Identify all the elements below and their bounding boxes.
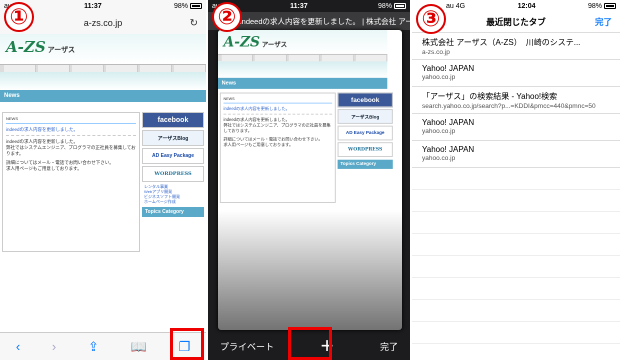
reload-icon[interactable]: ↻ [190, 18, 198, 29]
banner-strip [0, 72, 206, 90]
private-button[interactable]: プライベート [220, 340, 274, 353]
site-nav[interactable] [0, 64, 206, 72]
facebook-banner[interactable]: facebook [142, 112, 204, 128]
step-marker-3: ③ [416, 4, 446, 34]
back-icon[interactable]: ‹ [16, 339, 20, 354]
battery-percent: 98% [587, 2, 602, 10]
recently-closed-tabs-panel: ③ au 4G 12:04 98% 最近閉じたタブ 完了 株式会社 アーザス（A… [412, 0, 620, 360]
tab-thumbnail[interactable]: A-ZS アーザス News NEWS indeedの求人内容を更新しました。 i… [218, 30, 402, 330]
battery-icon [190, 3, 202, 9]
sidebar: facebook アーザスBlog AD Easy Package WORDPR… [142, 112, 204, 217]
topics-category-header: Topics Category [142, 207, 204, 217]
closed-tab-item[interactable]: Yahoo! JAPAN yahoo.co.jp [412, 60, 620, 87]
content-label: NEWS [6, 116, 136, 124]
site-logo: A-ZS アーザス [223, 33, 288, 51]
screenshot-composite: ① au 11:37 98% a-zs.co.jp ↻ A-ZSアーザス New… [0, 0, 620, 360]
battery-percent: 98% [377, 2, 392, 10]
web-page: A-ZS アーザス News NEWS indeedの求人内容を更新しました。 i… [0, 34, 206, 332]
forward-icon[interactable]: › [52, 339, 56, 354]
done-button[interactable]: 完了 [595, 16, 612, 28]
url-text: a-zs.co.jp [83, 18, 123, 28]
site-logo[interactable]: A-ZS アーザス [6, 38, 75, 56]
step-marker-1: ① [4, 2, 34, 32]
news-content: NEWS indeedの求人内容を更新しました。 indeedの求人内容を更新し… [2, 112, 140, 252]
news-heading[interactable]: indeedの求人内容を更新しました。 [6, 127, 136, 136]
safari-browser-panel: ① au 11:37 98% a-zs.co.jp ↻ A-ZSアーザス New… [0, 0, 206, 360]
closed-tab-item[interactable]: 「アーザス」の検索結果 - Yahoo!検索 search.yahoo.co.j… [412, 87, 620, 114]
wordpress-banner[interactable]: WORDPRESS [142, 166, 204, 182]
clock: 12:04 [517, 2, 536, 10]
site-header: A-ZS アーザス [0, 34, 206, 64]
highlight-plus-button [288, 327, 332, 360]
step-marker-2: ② [212, 2, 242, 32]
closed-tab-item[interactable]: Yahoo! JAPAN yahoo.co.jp [412, 114, 620, 141]
news-header: News [0, 90, 206, 102]
side-link[interactable]: ホームページ作成 [144, 199, 204, 204]
done-button[interactable]: 完了 [380, 340, 398, 353]
blog-banner[interactable]: アーザスBlog [142, 130, 204, 146]
battery-percent: 98% [173, 2, 188, 10]
news-line: 求人用ページもご用意しております。 [6, 166, 82, 171]
share-icon[interactable]: ⇪ [88, 339, 99, 355]
highlight-tabs-button [170, 328, 204, 360]
battery-icon [394, 3, 406, 9]
clock: 11:37 [290, 2, 308, 10]
closed-tab-item[interactable]: Yahoo! JAPAN yahoo.co.jp [412, 141, 620, 168]
battery-icon [604, 3, 616, 9]
page-title: 最近閉じたタブ [486, 17, 546, 27]
news-line: 弊社ではシステムエンジニア、プログラマの正社員を募集しております。 [6, 145, 136, 156]
tab-switcher-panel: ② au 11:37 98% indeedの求人内容を更新しました。 | 株式会… [208, 0, 410, 360]
clock: 11:37 [84, 2, 102, 10]
bookmarks-icon[interactable]: 📖 [131, 339, 147, 355]
easy-package-banner[interactable]: AD Easy Package [142, 148, 204, 164]
closed-tab-item[interactable]: 株式会社 アーザス（A-ZS） 川崎のシステ... a-zs.co.jp [412, 33, 620, 60]
closed-tabs-list: 株式会社 アーザス（A-ZS） 川崎のシステ... a-zs.co.jp Yah… [412, 32, 620, 344]
